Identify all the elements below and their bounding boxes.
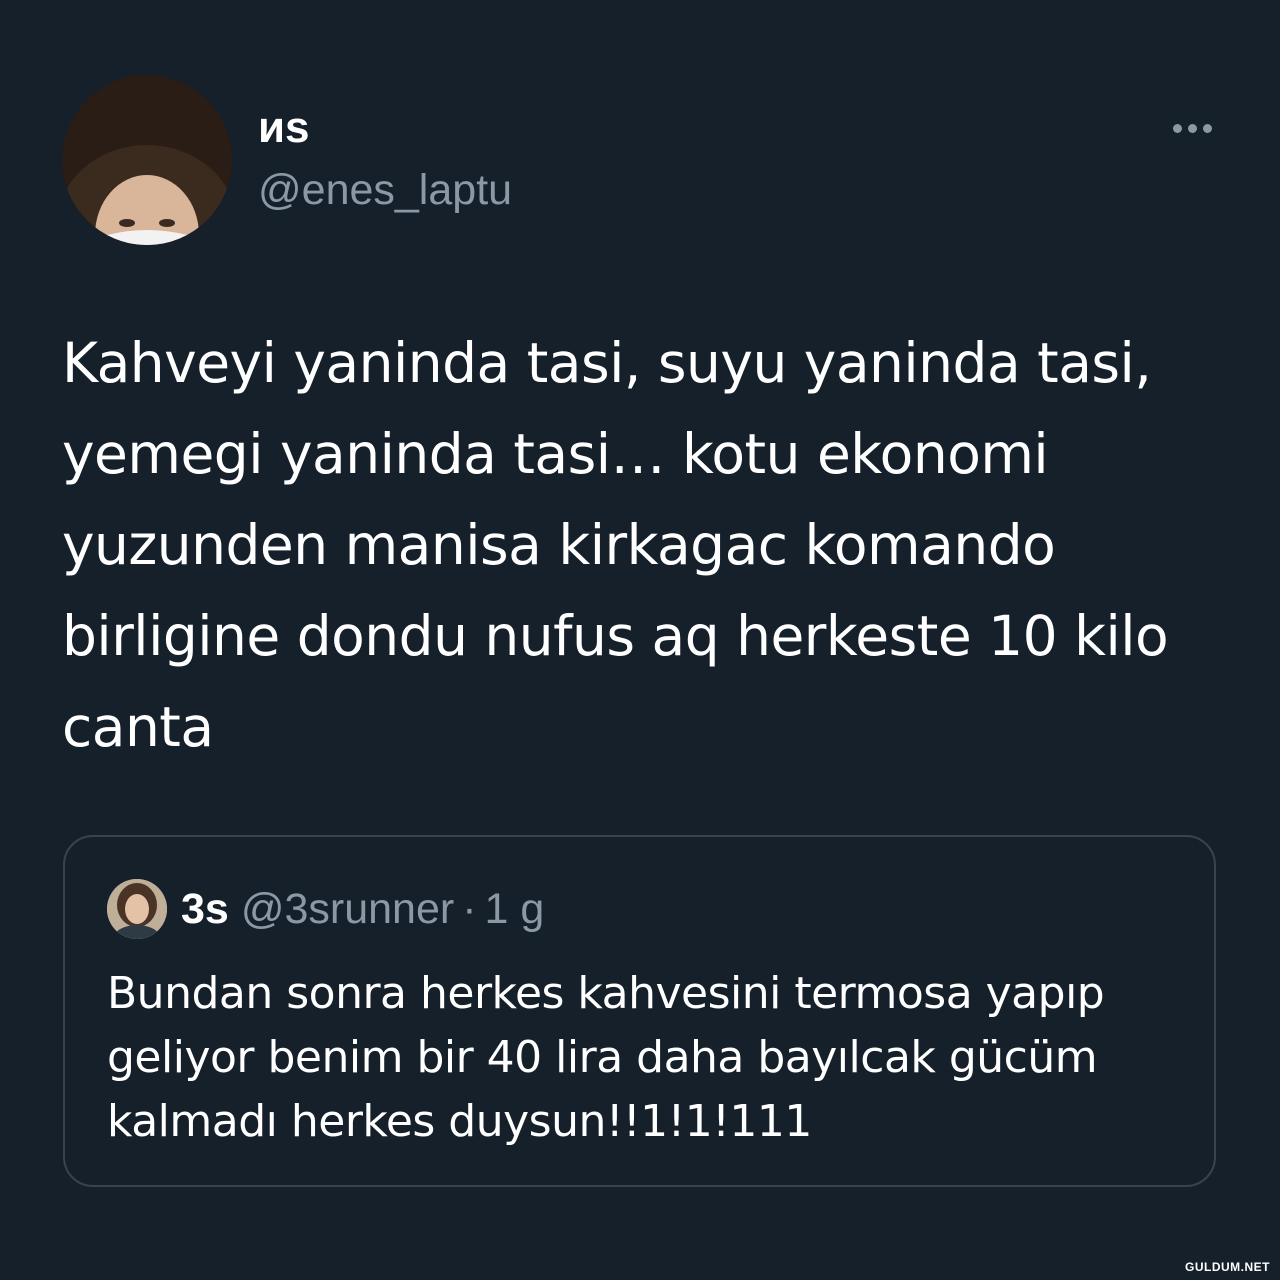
tweet-card: иѕ @enes_laptu Kahveyi yaninda tasi, suy…: [0, 0, 1280, 1280]
more-horizontal-icon-dot: [1202, 123, 1212, 133]
quoted-author-display-name[interactable]: 3s: [181, 885, 229, 934]
more-horizontal-icon: [1172, 123, 1182, 133]
more-horizontal-icon-dot: [1187, 123, 1197, 133]
author-display-name[interactable]: иѕ: [258, 100, 310, 156]
quoted-author-handle[interactable]: @3srunner: [241, 885, 454, 934]
profile-photo-avatar: [62, 75, 232, 245]
quoted-tweet-text: Bundan sonra herkes kahvesini termosa ya…: [107, 968, 1105, 1147]
quoted-tweet-timestamp[interactable]: 1 g: [485, 885, 545, 934]
tweet-text: Kahveyi yaninda tasi, suyu yaninda tasi,…: [62, 331, 1169, 759]
author-avatar[interactable]: [62, 75, 232, 245]
more-options-button[interactable]: [1162, 110, 1222, 146]
quoted-profile-photo-avatar: [107, 879, 167, 939]
site-watermark: GULDUM.NET: [1185, 1260, 1270, 1274]
quoted-tweet[interactable]: 3s @3srunner · 1 g Bundan sonra herkes k…: [63, 835, 1216, 1187]
quoted-tweet-header: 3s @3srunner · 1 g: [181, 881, 544, 937]
header-separator: ·: [462, 884, 477, 933]
author-handle[interactable]: @enes_laptu: [258, 162, 512, 218]
quoted-author-avatar[interactable]: [107, 879, 167, 939]
